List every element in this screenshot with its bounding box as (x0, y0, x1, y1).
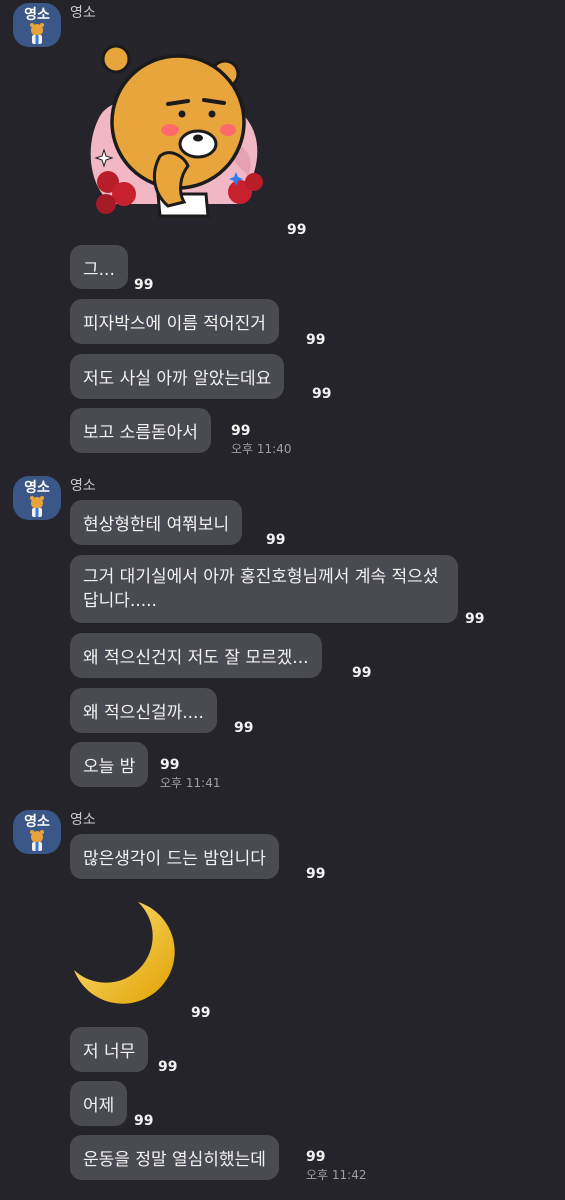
read-count: 99 (231, 423, 251, 439)
character-icon (30, 23, 44, 44)
read-count: 99 (160, 757, 180, 773)
message-bubble[interactable]: 어제 (70, 1081, 128, 1126)
read-count: 99 (234, 720, 254, 736)
message-bubble[interactable]: 왜 적으신걸까.... (70, 688, 217, 733)
sender-name: 영소 (70, 812, 96, 828)
ryan-sticker-icon[interactable] (88, 44, 268, 220)
message-bubble[interactable]: 저 너무 (70, 1027, 149, 1072)
message-bubble[interactable]: 그거 대기실에서 아까 홍진호형님께서 계속 적으셨답니다..... (70, 555, 458, 623)
message-bubble[interactable]: 운동을 정말 열심히했는데 (70, 1135, 279, 1180)
message-time: 오후 11:40 (231, 442, 292, 456)
sender-name: 영소 (70, 5, 96, 21)
read-count: 99 (306, 1149, 326, 1165)
read-count: 99 (134, 277, 154, 293)
sender-avatar[interactable]: 영소 (13, 810, 61, 854)
read-count: 99 (287, 222, 307, 238)
read-count: 99 (465, 611, 485, 627)
message-bubble[interactable]: 그... (70, 245, 128, 289)
message-bubble[interactable]: 저도 사실 아까 알았는데요 (70, 354, 285, 399)
read-count: 99 (266, 532, 286, 548)
chat-screen: 영소 영소 99 그... 99 피자박스에 이름 적어진거 99 저도 사실 … (0, 0, 565, 1200)
sender-name: 영소 (70, 478, 96, 494)
message-bubble[interactable]: 왜 적으신건지 저도 잘 모르겠... (70, 633, 322, 678)
message-bubble[interactable]: 현상형한테 여쭤보니 (70, 500, 243, 545)
message-time: 오후 11:42 (306, 1168, 367, 1182)
sender-avatar[interactable]: 영소 (13, 476, 61, 520)
message-bubble[interactable]: 오늘 밤 (70, 742, 149, 787)
avatar-label: 영소 (24, 814, 50, 830)
read-count: 99 (352, 665, 372, 681)
crescent-moon-icon[interactable] (70, 898, 182, 1010)
message-bubble[interactable]: 피자박스에 이름 적어진거 (70, 299, 279, 344)
read-count: 99 (191, 1005, 211, 1021)
avatar-label: 영소 (24, 480, 50, 496)
read-count: 99 (134, 1113, 154, 1129)
read-count: 99 (312, 386, 332, 402)
message-bubble[interactable]: 많은생각이 드는 밤입니다 (70, 834, 279, 879)
message-time: 오후 11:41 (160, 776, 221, 790)
read-count: 99 (158, 1059, 178, 1075)
read-count: 99 (306, 332, 326, 348)
message-bubble[interactable]: 보고 소름돋아서 (70, 408, 211, 453)
sender-avatar[interactable]: 영소 (13, 3, 61, 47)
read-count: 99 (306, 866, 326, 882)
avatar-label: 영소 (24, 7, 50, 23)
character-icon (30, 830, 44, 851)
character-icon (30, 496, 44, 517)
